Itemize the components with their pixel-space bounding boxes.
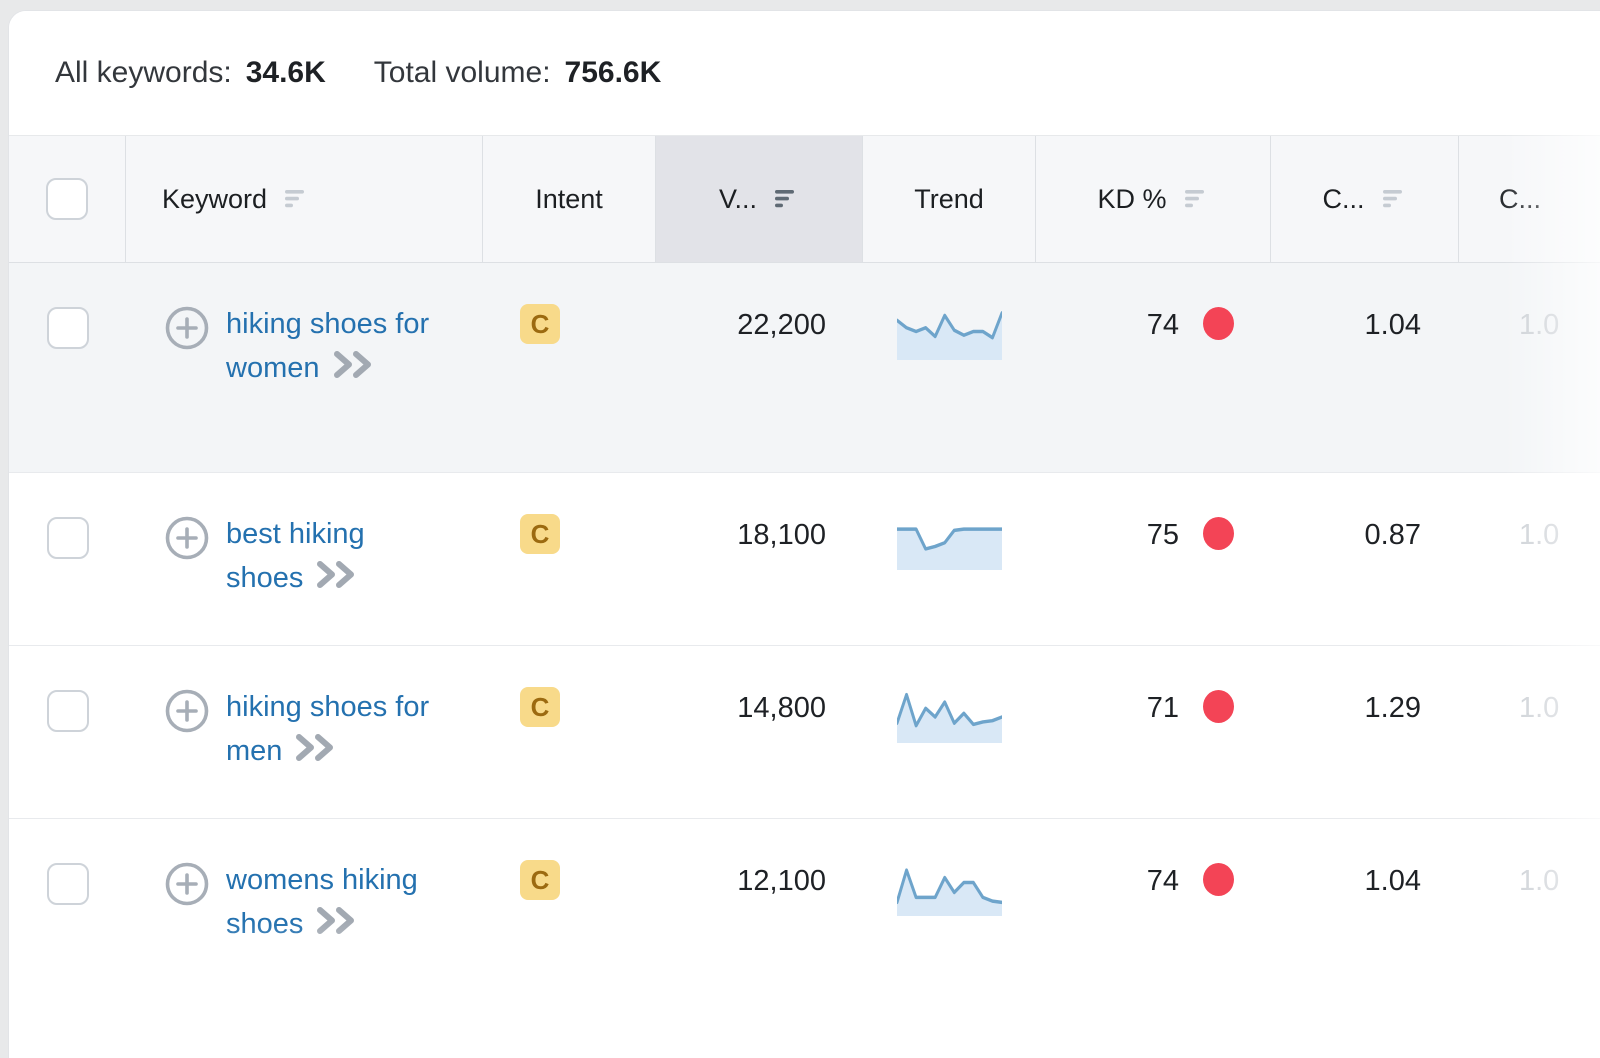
table-row: womens hiking shoes C 12,100 74 1.04 1.0 xyxy=(9,819,1600,1058)
total-volume-value: 756.6K xyxy=(565,56,662,90)
cpc-value: 1.04 xyxy=(1365,865,1421,1058)
intent-badge[interactable]: C xyxy=(520,514,560,554)
trend-sparkline xyxy=(897,859,1002,916)
column-header-trend[interactable]: Trend xyxy=(863,136,1036,262)
row-checkbox[interactable] xyxy=(47,517,89,559)
table-row: hiking shoes for women C 22,200 74 1.04 … xyxy=(9,263,1600,473)
all-keywords-label: All keywords: xyxy=(55,56,232,90)
kd-value: 71 xyxy=(1147,692,1179,725)
competition-value: 1.0 xyxy=(1519,692,1559,818)
volume-value: 22,200 xyxy=(737,309,826,472)
keyword-results-card: All keywords: 34.6K Total volume: 756.6K… xyxy=(8,10,1600,1058)
table-header: Keyword Intent V... Trend KD % C... xyxy=(9,136,1600,263)
intent-badge[interactable]: C xyxy=(520,687,560,727)
volume-value: 18,100 xyxy=(737,519,826,645)
select-all-cell xyxy=(9,136,126,262)
trend-sparkline xyxy=(897,513,1002,570)
volume-column-label: V... xyxy=(719,184,757,215)
add-keyword-icon[interactable] xyxy=(164,861,210,907)
kd-difficulty-dot xyxy=(1203,307,1234,340)
trend-sparkline xyxy=(897,686,1002,743)
sort-active-icon[interactable] xyxy=(775,190,799,208)
competition-value: 1.0 xyxy=(1519,865,1559,1058)
kd-column-label: KD % xyxy=(1097,184,1166,215)
row-checkbox[interactable] xyxy=(47,307,89,349)
table-row: hiking shoes for men C 14,800 71 1.29 1.… xyxy=(9,646,1600,819)
volume-value: 12,100 xyxy=(737,865,826,1058)
trend-sparkline xyxy=(897,303,1002,360)
column-header-volume[interactable]: V... xyxy=(656,136,863,262)
expand-keyword-icon[interactable] xyxy=(315,559,359,590)
competition-value: 1.0 xyxy=(1519,519,1559,645)
all-keywords-value: 34.6K xyxy=(246,56,326,90)
row-checkbox[interactable] xyxy=(47,863,89,905)
column-header-keyword[interactable]: Keyword xyxy=(126,136,483,262)
column-header-competition[interactable]: C... xyxy=(1459,136,1600,262)
expand-keyword-icon[interactable] xyxy=(332,349,376,380)
column-header-intent[interactable]: Intent xyxy=(483,136,656,262)
intent-badge[interactable]: C xyxy=(520,304,560,344)
row-checkbox[interactable] xyxy=(47,690,89,732)
kd-value: 75 xyxy=(1147,519,1179,552)
column-header-cpc[interactable]: C... xyxy=(1271,136,1459,262)
kd-difficulty-dot xyxy=(1203,863,1234,896)
total-volume-label: Total volume: xyxy=(374,56,551,90)
keyword-link[interactable]: hiking shoes for women xyxy=(226,308,429,384)
intent-column-label: Intent xyxy=(535,184,603,215)
cpc-value: 0.87 xyxy=(1365,519,1421,645)
expand-keyword-icon[interactable] xyxy=(294,732,338,763)
select-all-checkbox[interactable] xyxy=(46,178,88,220)
table-row: best hiking shoes C 18,100 75 0.87 1.0 xyxy=(9,473,1600,646)
intent-badge[interactable]: C xyxy=(520,860,560,900)
add-keyword-icon[interactable] xyxy=(164,688,210,734)
expand-keyword-icon[interactable] xyxy=(315,905,359,936)
cpc-value: 1.04 xyxy=(1365,309,1421,472)
sort-icon[interactable] xyxy=(285,190,309,208)
trend-column-label: Trend xyxy=(914,184,984,215)
all-keywords-stat: All keywords: 34.6K xyxy=(55,56,326,90)
kd-value: 74 xyxy=(1147,865,1179,898)
sort-icon[interactable] xyxy=(1383,190,1407,208)
column-header-kd[interactable]: KD % xyxy=(1036,136,1271,262)
summary-bar: All keywords: 34.6K Total volume: 756.6K xyxy=(9,11,1600,136)
kd-value: 74 xyxy=(1147,309,1179,342)
competition-value: 1.0 xyxy=(1519,309,1559,472)
cpc-value: 1.29 xyxy=(1365,692,1421,818)
competition-column-label: C... xyxy=(1499,184,1541,215)
total-volume-stat: Total volume: 756.6K xyxy=(374,56,662,90)
add-keyword-icon[interactable] xyxy=(164,515,210,561)
cpc-column-label: C... xyxy=(1322,184,1364,215)
kd-difficulty-dot xyxy=(1203,690,1234,723)
kd-difficulty-dot xyxy=(1203,517,1234,550)
volume-value: 14,800 xyxy=(737,692,826,818)
keyword-column-label: Keyword xyxy=(162,184,267,215)
add-keyword-icon[interactable] xyxy=(164,305,210,351)
sort-icon[interactable] xyxy=(1185,190,1209,208)
